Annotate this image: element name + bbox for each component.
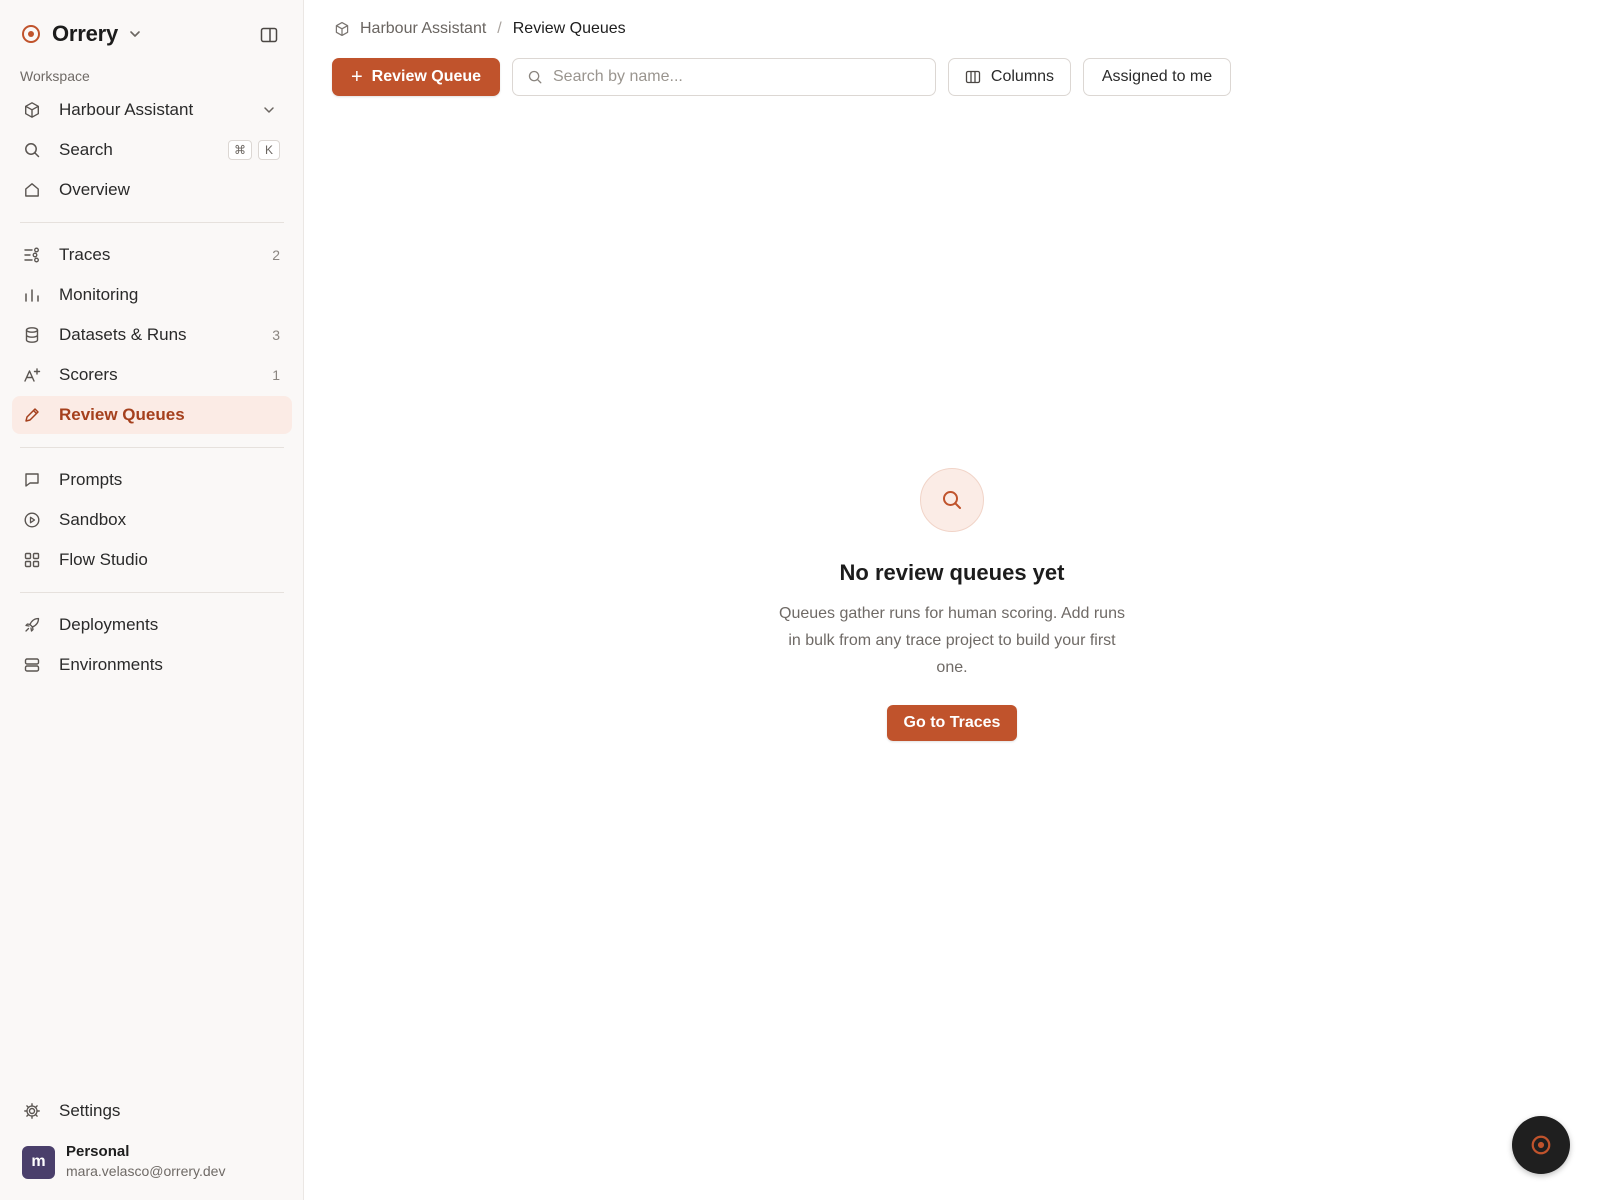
- pencil-icon: [23, 406, 41, 424]
- columns-label: Columns: [990, 68, 1055, 85]
- search-icon: [23, 141, 41, 159]
- sidebar-item-label: Traces: [59, 245, 111, 264]
- sidebar-item-settings[interactable]: Settings: [12, 1092, 292, 1130]
- sidebar-item-label: Prompts: [59, 470, 123, 489]
- section-label-workspace: Workspace: [20, 68, 90, 84]
- assigned-to-me-label: Assigned to me: [1101, 68, 1213, 85]
- sidebar-item-monitoring[interactable]: Monitoring: [12, 276, 292, 314]
- account-details: Personal mara.velasco@orrery.dev: [66, 1143, 225, 1181]
- play-circle-icon: [23, 511, 41, 529]
- database-icon: [23, 326, 41, 344]
- sidebar-item-flow-studio[interactable]: Flow Studio: [12, 541, 292, 579]
- assigned-to-me-filter[interactable]: Assigned to me: [1083, 58, 1231, 96]
- sidebar-item-search[interactable]: Search ⌘ K: [12, 131, 292, 169]
- sidebar-item-label: Scorers: [59, 365, 118, 384]
- new-review-queue-label: Review Queue: [371, 68, 482, 85]
- workspace-selector[interactable]: Harbour Assistant: [12, 91, 292, 129]
- sidebar-item-label: Review Queues: [59, 405, 185, 424]
- sidebar-item-label: Overview: [59, 180, 130, 199]
- server-icon: [23, 656, 41, 674]
- account-email: mara.velasco@orrery.dev: [66, 1163, 226, 1179]
- gear-icon: [23, 1102, 41, 1120]
- sidebar-item-sandbox[interactable]: Sandbox: [12, 501, 292, 539]
- sidebar-divider: [20, 592, 284, 593]
- cube-icon: [334, 21, 350, 37]
- search-icon: [940, 488, 964, 512]
- assistant-launcher-button[interactable]: [1512, 1116, 1570, 1174]
- shortcut-key-k: K: [258, 140, 280, 160]
- sidebar-item-label: Datasets & Runs: [59, 325, 187, 344]
- brand-switcher[interactable]: Orrery: [20, 20, 144, 48]
- sidebar-item-label: Monitoring: [59, 285, 139, 304]
- sidebar-item-datasets-runs[interactable]: Datasets & Runs 3: [12, 316, 292, 354]
- sidebar-item-label: Flow Studio: [59, 550, 148, 569]
- home-icon: [23, 181, 41, 199]
- empty-state-title: No review queues yet: [839, 560, 1065, 585]
- sidebar-item-label: Sandbox: [59, 510, 127, 529]
- item-count: 2: [272, 247, 280, 263]
- search-field[interactable]: [512, 58, 936, 96]
- go-to-traces-button[interactable]: Go to Traces: [887, 705, 1017, 741]
- sidebar-divider: [20, 447, 284, 448]
- item-count: 1: [272, 367, 280, 383]
- breadcrumb-parent-link[interactable]: Harbour Assistant: [360, 20, 486, 38]
- empty-state: No review queues yet Queues gather runs …: [304, 468, 1600, 741]
- breadcrumb-separator: /: [497, 20, 502, 37]
- chevron-down-icon: [262, 103, 276, 117]
- empty-state-badge: [920, 468, 984, 532]
- new-review-queue-button[interactable]: + Review Queue: [332, 58, 500, 96]
- sidebar-item-label: Settings: [59, 1101, 121, 1120]
- bar-chart-icon: [23, 286, 41, 304]
- search-icon: [527, 69, 543, 85]
- sidebar-item-environments[interactable]: Environments: [12, 646, 292, 684]
- orrery-logo-icon: [1530, 1134, 1552, 1156]
- rocket-icon: [23, 616, 41, 634]
- sidebar-item-traces[interactable]: Traces 2: [12, 236, 292, 274]
- avatar: m: [22, 1145, 55, 1179]
- search-input[interactable]: [553, 68, 923, 86]
- account-switcher[interactable]: m Personal mara.velasco@orrery.dev: [22, 1143, 225, 1181]
- brand-name: Orrery: [52, 21, 119, 46]
- columns-icon: [965, 69, 981, 85]
- search-shortcut: ⌘ K: [228, 140, 280, 160]
- workspace-label: Harbour Assistant: [59, 100, 194, 119]
- chat-bubble-icon: [23, 471, 41, 489]
- sidebar-item-scorers[interactable]: Scorers 1: [12, 356, 292, 394]
- traces-icon: [23, 246, 41, 264]
- breadcrumb: Harbour Assistant / Review Queues: [334, 18, 626, 40]
- sidebar-item-label: Environments: [59, 655, 163, 674]
- grid-icon: [23, 551, 41, 569]
- sidebar-item-prompts[interactable]: Prompts: [12, 461, 292, 499]
- sidebar-divider: [20, 222, 284, 223]
- orrery-logo-icon: [20, 23, 42, 45]
- sidebar-item-review-queues[interactable]: Review Queues: [12, 396, 292, 434]
- sidebar-item-label: Deployments: [59, 615, 159, 634]
- empty-state-description: Queues gather runs for human scoring. Ad…: [779, 605, 1125, 676]
- cube-icon: [23, 101, 41, 119]
- breadcrumb-current: Review Queues: [512, 20, 626, 37]
- sidebar-item-label: Search: [59, 140, 113, 159]
- columns-button[interactable]: Columns: [948, 58, 1071, 96]
- sidebar-item-deployments[interactable]: Deployments: [12, 606, 292, 644]
- shortcut-key-cmd: ⌘: [228, 140, 252, 160]
- account-name: Personal: [66, 1143, 130, 1160]
- sidebar: Orrery Workspace Harbour Assistant Searc…: [0, 0, 304, 1200]
- sidebar-toggle-icon[interactable]: [258, 24, 280, 46]
- sidebar-item-overview[interactable]: Overview: [12, 171, 292, 209]
- plus-icon: +: [350, 66, 363, 88]
- item-count: 3: [272, 327, 280, 343]
- chevron-down-icon: [128, 26, 144, 42]
- scorers-icon: [23, 366, 41, 384]
